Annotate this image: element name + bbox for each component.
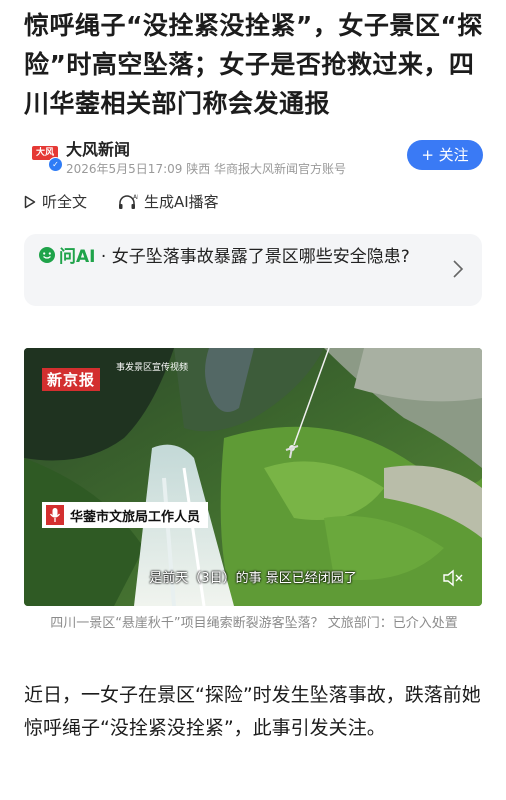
speaker-label: 华蓥市文旅局工作人员 bbox=[42, 502, 209, 528]
author-name[interactable]: 大风新闻 bbox=[66, 136, 130, 160]
article-body-paragraph: 近日，一女子在景区“探险”时发生坠落事故，跌落前她惊呼绳子“没拴紧没拴紧”，此事… bbox=[24, 684, 481, 739]
ask-ai-question: 女子坠落事故暴露了景区哪些安全隐患? bbox=[111, 247, 410, 267]
ask-ai-card[interactable]: 问AI · 女子坠落事故暴露了景区哪些安全隐患? bbox=[24, 234, 482, 306]
article-image[interactable]: 新京报 事发景区宣传视频 华蓥市文旅局工作人员 是前天（3日）的事 景区已经闭园… bbox=[24, 348, 482, 606]
microphone-icon bbox=[46, 505, 64, 525]
listen-label: 听全文 bbox=[42, 193, 88, 211]
listen-full-text-button[interactable]: 听全文 bbox=[24, 191, 87, 212]
ai-smile-icon bbox=[39, 247, 55, 263]
video-source-tag: 事发景区宣传视频 bbox=[116, 363, 189, 373]
verified-icon: ✓ bbox=[48, 157, 63, 172]
video-subtitle: 是前天（3日）的事 景区已经闭园了 bbox=[149, 571, 357, 586]
author-row: 大风 ✓ 大风新闻 2026年5月5日17:09 陕西 华商报大风新闻官方账号 … bbox=[24, 136, 484, 180]
ai-podcast-button[interactable]: AI 生成AI播客 bbox=[118, 191, 219, 212]
article-title: 惊呼绳子“没拴紧没拴紧”，女子景区“探险”时高空坠落；女子是否抢救过来，四川华蓥… bbox=[24, 11, 483, 118]
follow-button[interactable]: + 关注 bbox=[407, 140, 483, 170]
ask-ai-text: 问AI · 女子坠落事故暴露了景区哪些安全隐患? bbox=[38, 244, 438, 270]
ask-ai-brand: 问AI bbox=[59, 247, 96, 267]
publish-meta: 2026年5月5日17:09 陕西 华商报大风新闻官方账号 bbox=[66, 162, 347, 176]
ai-podcast-label: 生成AI播客 bbox=[144, 193, 219, 211]
ask-ai-separator: · bbox=[95, 247, 112, 267]
speaker-name: 华蓥市文旅局工作人员 bbox=[70, 509, 201, 525]
chevron-right-icon bbox=[453, 260, 464, 278]
image-caption: 四川一景区“悬崖秋千”项目绳索断裂游客坠落？ 文旅部门：已介入处置 bbox=[50, 616, 458, 631]
play-icon bbox=[24, 195, 36, 208]
muted-speaker-icon[interactable] bbox=[442, 569, 464, 587]
headphones-ai-icon: AI bbox=[119, 194, 138, 209]
ai-icon-text: AI bbox=[133, 194, 138, 201]
news-watermark-logo: 新京报 bbox=[42, 368, 101, 391]
author-avatar[interactable]: 大风 ✓ bbox=[32, 140, 63, 172]
